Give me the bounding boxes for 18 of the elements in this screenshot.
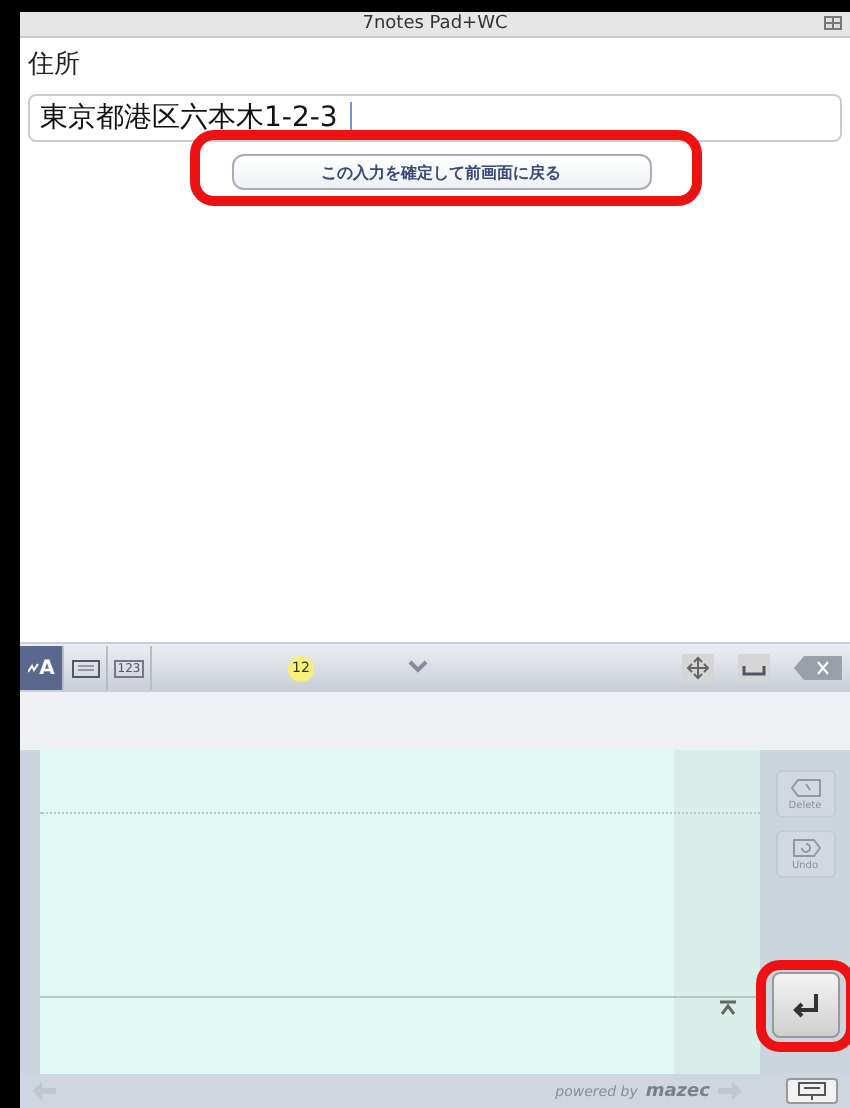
undo-icon bbox=[789, 837, 821, 857]
delete-icon bbox=[789, 777, 821, 797]
enter-button[interactable] bbox=[771, 972, 839, 1038]
keyboard-toggle-button[interactable] bbox=[786, 1078, 838, 1104]
move-icon[interactable] bbox=[682, 654, 714, 682]
grid-icon[interactable] bbox=[824, 16, 842, 30]
field-label: 住所 bbox=[28, 48, 82, 82]
space-key-icon[interactable] bbox=[738, 654, 770, 682]
backspace-icon[interactable] bbox=[794, 656, 842, 680]
return-icon bbox=[789, 991, 821, 1019]
chevron-up-icon[interactable] bbox=[718, 1000, 738, 1016]
keyboard-icon bbox=[71, 659, 99, 677]
confirm-button[interactable]: この入力を確定して前画面に戻る bbox=[231, 154, 651, 190]
highlight-frame bbox=[756, 960, 850, 1052]
input-mode-tab[interactable]: A bbox=[20, 646, 64, 690]
window-title: 7notes Pad+WC bbox=[362, 12, 508, 36]
pen-stroke-icon bbox=[27, 662, 40, 674]
brand-logo: mazec bbox=[645, 1081, 710, 1101]
